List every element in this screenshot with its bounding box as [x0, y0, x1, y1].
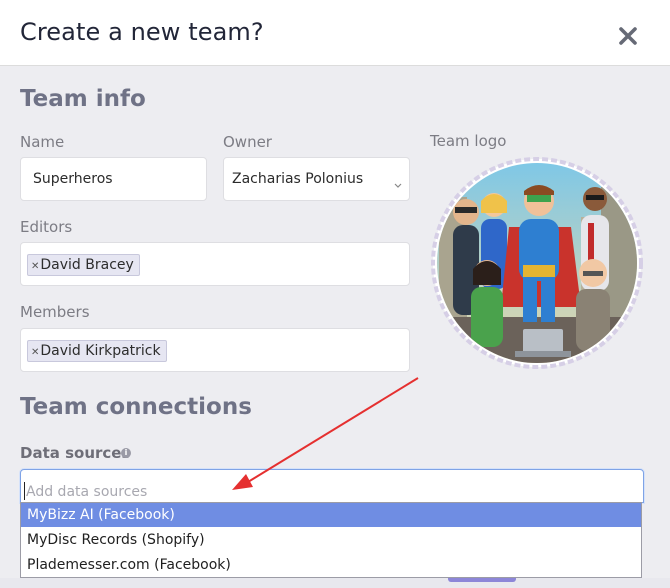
- modal-header: Create a new team?: [0, 0, 670, 66]
- team-info-heading: Team info: [20, 86, 146, 112]
- team-connections-heading: Team connections: [20, 394, 252, 420]
- name-value: Superheros: [33, 171, 113, 187]
- data-sources-dropdown: MyBizz AI (Facebook) MyDisc Records (Sho…: [20, 502, 642, 578]
- editors-field[interactable]: ✕David Bracey: [20, 242, 410, 286]
- info-icon[interactable]: i: [121, 448, 131, 458]
- team-logo-image[interactable]: [431, 157, 643, 369]
- owner-label: Owner: [223, 133, 272, 151]
- dropdown-option[interactable]: MyBizz AI (Facebook): [21, 503, 641, 527]
- members-label: Members: [20, 303, 90, 321]
- data-sources-input[interactable]: Add data sources: [20, 469, 644, 503]
- close-icon[interactable]: [614, 22, 642, 50]
- owner-value: Zacharias Polonius: [232, 171, 364, 187]
- editors-label: Editors: [20, 218, 73, 236]
- data-sources-label: Data sources: [20, 444, 131, 462]
- name-label: Name: [20, 133, 65, 151]
- editor-tag-label: David Bracey: [40, 257, 134, 273]
- data-sources-placeholder: Add data sources: [26, 484, 148, 500]
- remove-tag-icon[interactable]: ✕: [31, 261, 39, 272]
- name-field[interactable]: Superheros: [20, 157, 207, 201]
- text-caret: [24, 482, 25, 500]
- dropdown-option[interactable]: Plademesser.com (Facebook): [21, 553, 641, 577]
- editor-tag: ✕David Bracey: [27, 254, 140, 276]
- team-logo-label: Team logo: [430, 132, 507, 150]
- remove-tag-icon[interactable]: ✕: [31, 347, 39, 358]
- dropdown-option[interactable]: MyDisc Records (Shopify): [21, 528, 641, 552]
- footer-button[interactable]: [448, 578, 516, 582]
- modal-title: Create a new team?: [20, 18, 264, 46]
- member-tag-label: David Kirkpatrick: [40, 343, 161, 359]
- owner-select[interactable]: Zacharias Polonius: [223, 157, 410, 201]
- modal-footer: [0, 578, 670, 588]
- member-tag: ✕David Kirkpatrick: [27, 340, 167, 362]
- chevron-down-icon: [393, 175, 403, 188]
- members-field[interactable]: ✕David Kirkpatrick: [20, 328, 410, 372]
